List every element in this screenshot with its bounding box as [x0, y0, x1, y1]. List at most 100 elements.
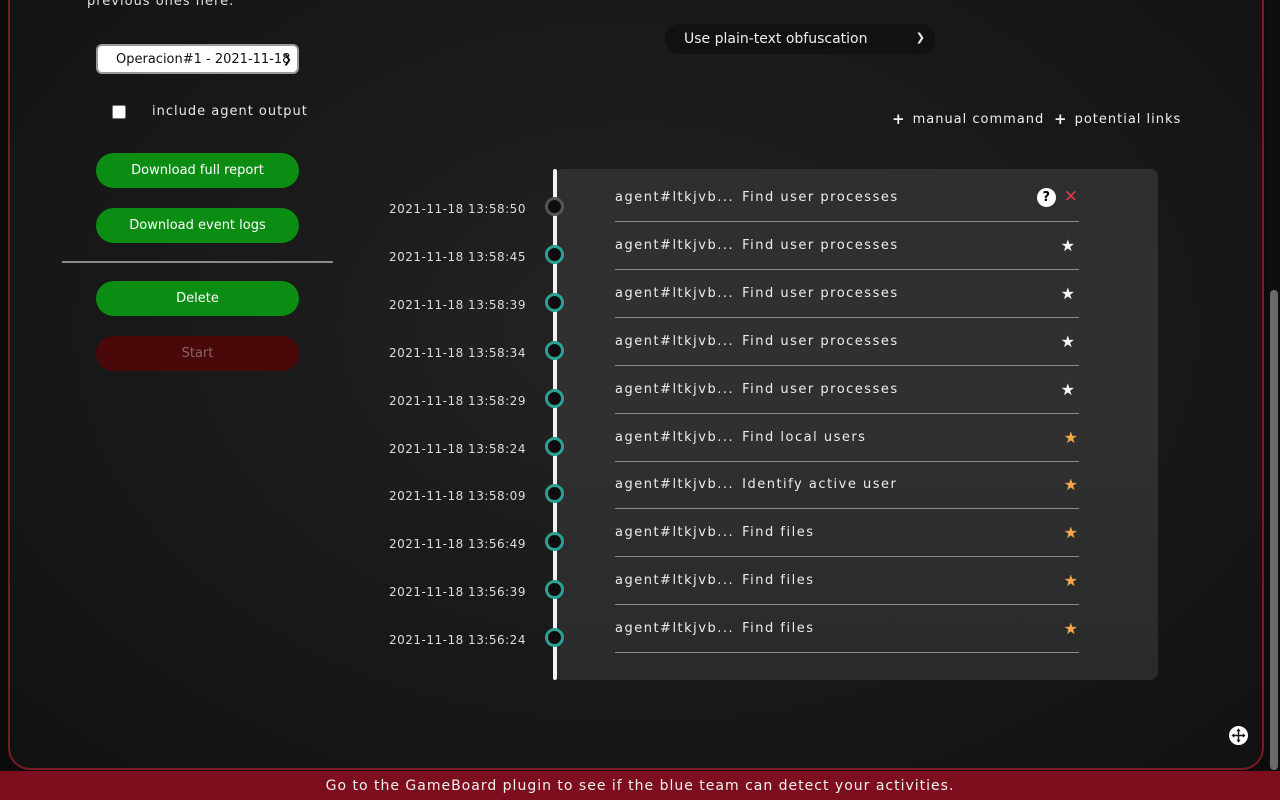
timeline-node[interactable] [545, 580, 564, 599]
star-icon[interactable]: ★ [1061, 381, 1075, 398]
link-ability[interactable]: Find user processes [742, 190, 898, 205]
delete-button[interactable]: Delete [96, 281, 299, 316]
link-ability[interactable]: Find files [742, 573, 814, 588]
scrollbar-thumb[interactable] [1270, 290, 1278, 770]
timeline-timestamp: 2021-11-18 13:58:50 [389, 202, 526, 216]
link-ability[interactable]: Find user processes [742, 286, 898, 301]
link-agent[interactable]: agent#ltkjvb... [615, 573, 734, 588]
timeline-node[interactable] [545, 628, 564, 647]
link-row[interactable]: agent#ltkjvb... Find files ★ [615, 509, 1079, 557]
manual-command-link[interactable]: + manual command [892, 110, 1044, 128]
timeline-node[interactable] [545, 484, 564, 503]
link-ability[interactable]: Find user processes [742, 382, 898, 397]
link-agent[interactable]: agent#ltkjvb... [615, 190, 734, 205]
timeline-node[interactable] [545, 389, 564, 408]
timeline-node[interactable] [545, 293, 564, 312]
star-icon[interactable]: ★ [1064, 572, 1078, 589]
link-row[interactable]: agent#ltkjvb... Find user processes ★ [615, 318, 1079, 366]
timeline-node[interactable] [545, 197, 564, 216]
timeline-timestamp: 2021-11-18 13:58:45 [389, 250, 526, 264]
link-agent[interactable]: agent#ltkjvb... [615, 621, 734, 636]
link-row[interactable]: agent#ltkjvb... Find user processes ★ [615, 222, 1079, 270]
star-icon[interactable]: ★ [1061, 237, 1075, 254]
link-text: agent#ltkjvb... Find files [615, 525, 814, 540]
plus-icon: + [892, 110, 906, 128]
link-agent[interactable]: agent#ltkjvb... [615, 382, 734, 397]
link-status-icons: ★ [1061, 333, 1075, 350]
footer-banner: Go to the GameBoard plugin to see if the… [0, 771, 1280, 800]
link-row[interactable]: agent#ltkjvb... Identify active user ★ [615, 461, 1079, 509]
download-report-button[interactable]: Download full report [96, 153, 299, 188]
link-status-icons: ★ [1064, 429, 1078, 446]
close-icon[interactable]: ✕ [1064, 189, 1078, 206]
link-row[interactable]: agent#ltkjvb... Find local users ★ [615, 414, 1079, 462]
star-icon[interactable]: ★ [1061, 285, 1075, 302]
manual-command-label: manual command [912, 111, 1045, 127]
operation-select-value: Operacion#1 - 2021-11-18 [116, 51, 291, 67]
timeline-timestamp: 2021-11-18 13:58:09 [389, 489, 526, 503]
timeline-timestamp: 2021-11-18 13:56:49 [389, 537, 526, 551]
link-row[interactable]: agent#ltkjvb... Find user processes ★ [615, 366, 1079, 414]
timeline-node[interactable] [545, 245, 564, 264]
link-status-icons: ★ [1064, 476, 1078, 493]
link-text: agent#ltkjvb... Identify active user [615, 477, 897, 492]
link-ability[interactable]: Identify active user [742, 477, 897, 492]
link-row[interactable]: agent#ltkjvb... Find files ★ [615, 605, 1079, 653]
link-ability[interactable]: Find local users [742, 430, 866, 445]
link-status-icons: ★ [1064, 524, 1078, 541]
link-row[interactable]: agent#ltkjvb... Find files ★ [615, 557, 1079, 605]
link-text: agent#ltkjvb... Find user processes [615, 190, 899, 205]
link-text: agent#ltkjvb... Find user processes [615, 334, 899, 349]
link-row[interactable]: agent#ltkjvb... Find user processes? ✕ [615, 174, 1079, 222]
link-status-icons: ★ [1061, 381, 1075, 398]
timeline-node[interactable] [545, 532, 564, 551]
move-icon[interactable] [1227, 724, 1250, 747]
potential-links-label: potential links [1074, 111, 1182, 127]
link-text: agent#ltkjvb... Find files [615, 621, 814, 636]
timeline-timestamp: 2021-11-18 13:58:29 [389, 394, 526, 408]
operation-select[interactable]: Operacion#1 - 2021-11-18 ❯ [96, 44, 299, 74]
chevron-down-icon: ❯ [915, 31, 925, 44]
link-ability[interactable]: Find user processes [742, 334, 898, 349]
timeline-timestamp: 2021-11-18 13:58:34 [389, 346, 526, 360]
star-icon[interactable]: ★ [1064, 620, 1078, 637]
link-text: agent#ltkjvb... Find files [615, 573, 814, 588]
start-button[interactable]: Start [96, 336, 299, 371]
chevron-down-icon: ❯ [282, 53, 292, 66]
question-icon[interactable]: ? [1036, 188, 1056, 207]
link-status-icons: ★ [1064, 572, 1078, 589]
star-icon[interactable]: ★ [1061, 333, 1075, 350]
link-agent[interactable]: agent#ltkjvb... [615, 238, 734, 253]
link-ability[interactable]: Find files [742, 621, 814, 636]
obfuscation-select-value: Use plain-text obfuscation [684, 31, 868, 47]
link-text: agent#ltkjvb... Find user processes [615, 286, 899, 301]
download-logs-button[interactable]: Download event logs [96, 208, 299, 243]
obfuscation-select[interactable]: Use plain-text obfuscation ❯ [665, 24, 935, 54]
link-row[interactable]: agent#ltkjvb... Find user processes ★ [615, 270, 1079, 318]
link-status-icons: ★ [1061, 285, 1075, 302]
plus-icon: + [1054, 110, 1068, 128]
link-agent[interactable]: agent#ltkjvb... [615, 334, 734, 349]
star-icon[interactable]: ★ [1064, 476, 1078, 493]
link-ability[interactable]: Find user processes [742, 238, 898, 253]
link-agent[interactable]: agent#ltkjvb... [615, 525, 734, 540]
potential-links-link[interactable]: + potential links [1054, 110, 1181, 128]
timeline-timestamp: 2021-11-18 13:58:39 [389, 298, 526, 312]
star-icon[interactable]: ★ [1064, 524, 1078, 541]
link-text: agent#ltkjvb... Find local users [615, 430, 866, 445]
star-icon[interactable]: ★ [1064, 429, 1078, 446]
link-agent[interactable]: agent#ltkjvb... [615, 286, 734, 301]
link-ability[interactable]: Find files [742, 525, 814, 540]
link-agent[interactable]: agent#ltkjvb... [615, 477, 734, 492]
include-output-label: include agent output [152, 104, 308, 119]
link-status-icons: ★ [1061, 237, 1075, 254]
timeline-timestamp: 2021-11-18 13:56:39 [389, 585, 526, 599]
link-text: agent#ltkjvb... Find user processes [615, 238, 899, 253]
timeline-timestamp: 2021-11-18 13:58:24 [389, 442, 526, 456]
link-agent[interactable]: agent#ltkjvb... [615, 430, 734, 445]
timeline-node[interactable] [545, 437, 564, 456]
timeline-node[interactable] [545, 341, 564, 360]
include-output-checkbox[interactable] [112, 104, 126, 119]
intro-text: previous ones here. [87, 0, 235, 9]
timeline-timestamp: 2021-11-18 13:56:24 [389, 633, 526, 647]
